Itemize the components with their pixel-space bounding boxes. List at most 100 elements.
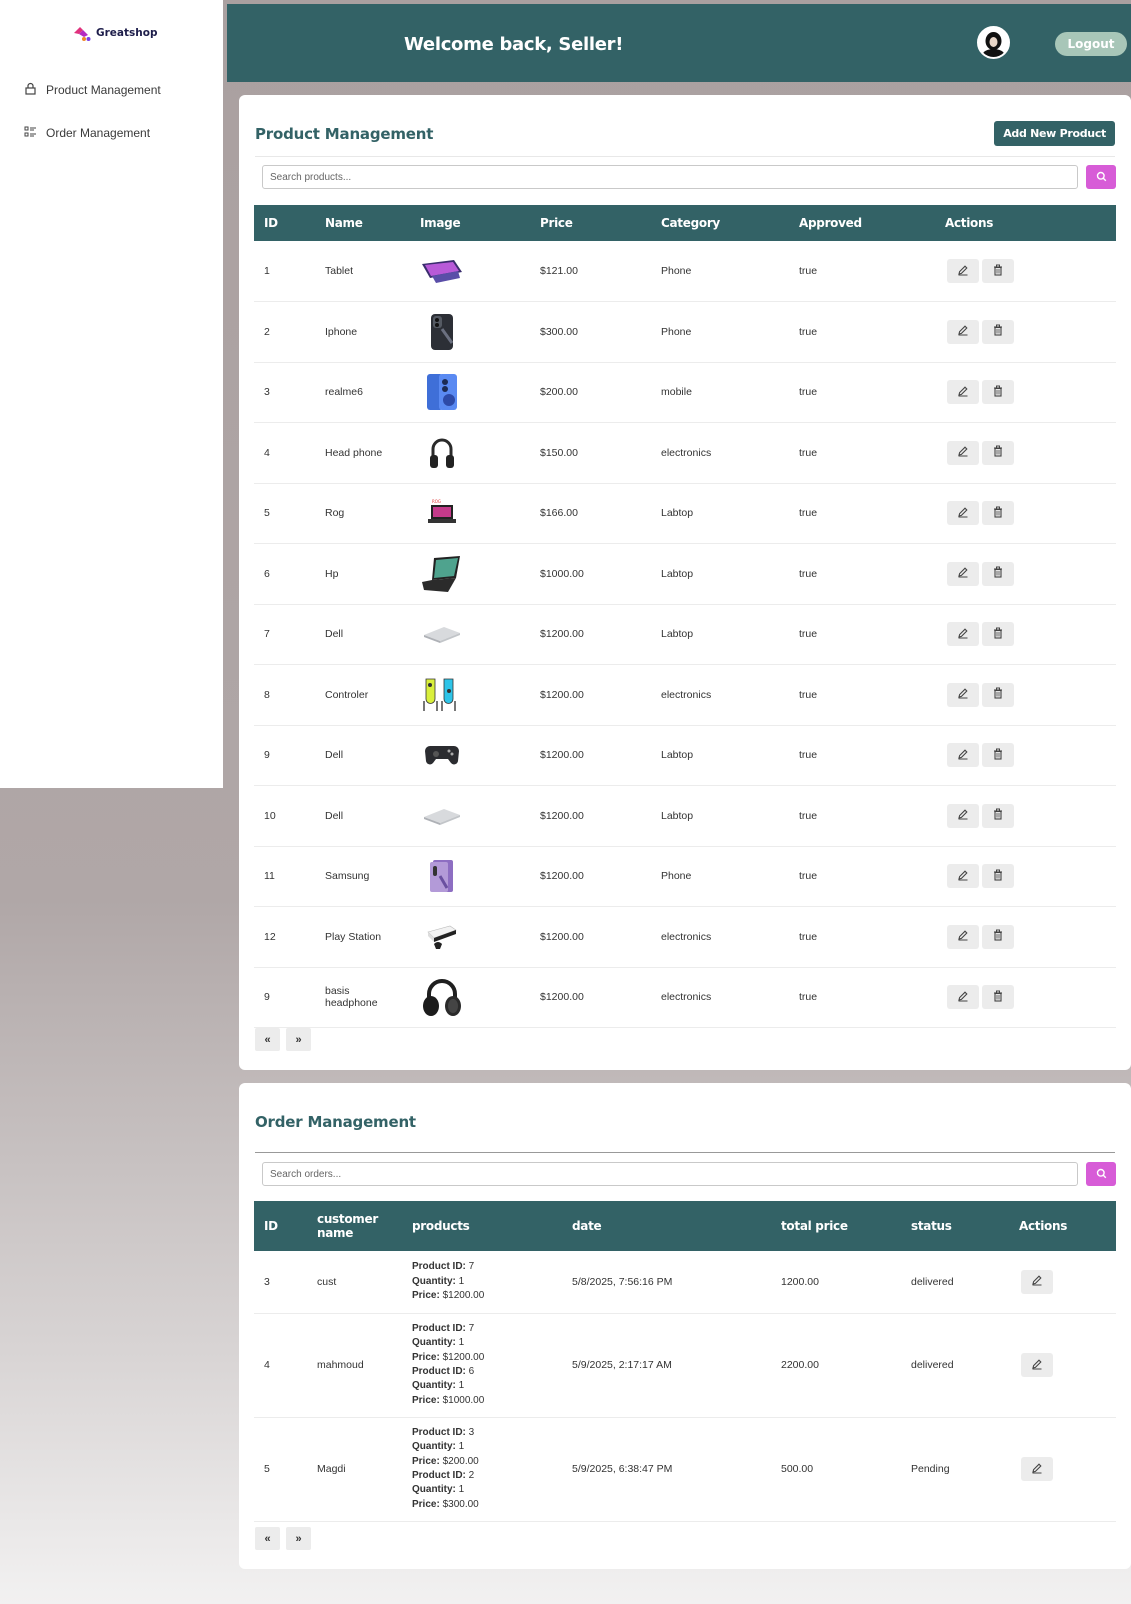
product-id: 4 xyxy=(254,422,315,484)
edit-product-button[interactable] xyxy=(947,440,979,465)
product-approved: true xyxy=(789,301,935,363)
order-products: Product ID: 7 Quantity: 1 Price: $1200.00 P… xyxy=(402,1313,562,1418)
product-id: 5 xyxy=(254,483,315,544)
column-header: Actions xyxy=(1019,1219,1068,1233)
edit-product-button[interactable] xyxy=(947,924,979,949)
welcome-title: Welcome back, Seller! xyxy=(404,34,624,55)
sidebar-item-label: Order Management xyxy=(46,126,151,140)
product-search-button[interactable] xyxy=(1086,165,1116,189)
column-header: status xyxy=(911,1219,952,1233)
edit-product-button[interactable] xyxy=(947,864,979,889)
edit-product-button[interactable] xyxy=(947,380,979,405)
delete-product-button[interactable] xyxy=(982,864,1014,889)
delete-product-button[interactable] xyxy=(982,985,1014,1010)
prev-page-button[interactable]: « xyxy=(255,1028,280,1051)
delete-product-button[interactable] xyxy=(982,259,1014,283)
edit-order-button[interactable] xyxy=(1021,1353,1053,1377)
edit-icon xyxy=(1031,1274,1043,1289)
order-item-price: $200.00 xyxy=(442,1455,479,1467)
sidebar: Greatshop Product Management Order Manag… xyxy=(0,0,223,788)
order-search-button[interactable] xyxy=(1086,1162,1116,1186)
search-icon xyxy=(1096,170,1107,185)
edit-product-button[interactable] xyxy=(947,803,979,828)
order-id: 4 xyxy=(254,1313,307,1418)
order-search-input[interactable] xyxy=(262,1162,1078,1186)
sidebar-item-order-management[interactable]: Order Management xyxy=(24,125,150,141)
delete-product-button[interactable] xyxy=(982,682,1014,707)
order-total: 2200.00 xyxy=(771,1313,901,1418)
delete-product-button[interactable] xyxy=(982,319,1014,344)
order-total: 1200.00 xyxy=(771,1251,901,1314)
greatshop-logo-icon xyxy=(72,24,92,42)
delete-product-button[interactable] xyxy=(982,743,1014,768)
next-page-button[interactable]: » xyxy=(286,1527,311,1550)
order-product-id: 2 xyxy=(468,1470,475,1481)
edit-icon xyxy=(957,929,969,944)
delete-product-button[interactable] xyxy=(982,924,1014,949)
delete-product-button[interactable] xyxy=(982,380,1014,405)
column-header: date xyxy=(572,1219,602,1233)
product-id: 6 xyxy=(254,543,315,605)
table-row: 4 mahmoud Product ID: 7 Quantity: 1 Price: $… xyxy=(254,1313,1116,1418)
trash-icon xyxy=(992,324,1004,339)
sidebar-item-product-management[interactable]: Product Management xyxy=(24,82,161,98)
edit-product-button[interactable] xyxy=(947,319,979,344)
product-id: 1 xyxy=(254,241,315,302)
product-actions xyxy=(935,362,1116,423)
edit-icon xyxy=(957,324,969,339)
brand-logo[interactable]: Greatshop xyxy=(72,24,157,42)
product-actions xyxy=(935,241,1116,302)
product-image xyxy=(410,604,530,665)
trash-icon xyxy=(992,566,1004,581)
edit-icon xyxy=(957,385,969,400)
product-image xyxy=(410,967,530,1028)
laptop-small-image: ROG xyxy=(420,491,464,535)
trash-icon xyxy=(992,929,1004,944)
delete-product-button[interactable] xyxy=(982,440,1014,465)
product-search-input[interactable] xyxy=(262,165,1078,189)
edit-product-button[interactable] xyxy=(947,259,979,283)
add-new-product-button[interactable]: Add New Product xyxy=(994,121,1115,146)
product-name: Tablet xyxy=(315,241,410,302)
edit-order-button[interactable] xyxy=(1021,1269,1053,1294)
product-approved: true xyxy=(789,543,935,605)
table-row: 8 Controler $1200.00 electronics true xyxy=(254,664,1116,726)
table-header-row: ID customer name products date total pri… xyxy=(254,1201,1116,1251)
delete-product-button[interactable] xyxy=(982,622,1014,647)
product-price: $1200.00 xyxy=(530,967,651,1028)
product-price: $1000.00 xyxy=(530,543,651,605)
lock-icon xyxy=(24,82,37,98)
headphone-large-image xyxy=(420,975,464,1019)
edit-product-button[interactable] xyxy=(947,682,979,707)
order-item-price: $300.00 xyxy=(442,1498,479,1510)
order-products: Product ID: 3 Quantity: 1 Price: $200.00 Pr… xyxy=(402,1417,562,1522)
product-price: $200.00 xyxy=(530,362,651,423)
product-actions xyxy=(935,664,1116,726)
logout-button[interactable]: Logout xyxy=(1055,32,1127,56)
table-row: 2 Iphone $300.00 Phone true xyxy=(254,301,1116,363)
table-row: 9 basis headphone $1200.00 electronics true xyxy=(254,967,1116,1028)
avatar[interactable] xyxy=(977,26,1010,59)
edit-order-button[interactable] xyxy=(1021,1457,1053,1481)
edit-product-button[interactable] xyxy=(947,622,979,647)
product-category: electronics xyxy=(651,906,789,968)
edit-product-button[interactable] xyxy=(947,743,979,768)
next-page-button[interactable]: » xyxy=(286,1028,311,1051)
delete-product-button[interactable] xyxy=(982,803,1014,828)
product-image: ROG xyxy=(410,483,530,544)
product-name: Samsung xyxy=(315,846,410,907)
product-actions xyxy=(935,483,1116,544)
edit-product-button[interactable] xyxy=(947,561,979,586)
delete-product-button[interactable] xyxy=(982,561,1014,586)
order-quantity: 1 xyxy=(458,1380,465,1392)
price-label: Price: xyxy=(412,1289,440,1301)
edit-product-button[interactable] xyxy=(947,985,979,1010)
product-name: Play Station xyxy=(315,906,410,968)
quantity-label: Quantity: xyxy=(412,1441,456,1453)
delete-product-button[interactable] xyxy=(982,501,1014,526)
trash-icon xyxy=(992,869,1004,884)
edit-product-button[interactable] xyxy=(947,501,979,526)
gamepad-image xyxy=(420,733,464,777)
edit-icon xyxy=(957,627,969,642)
prev-page-button[interactable]: « xyxy=(255,1527,280,1550)
